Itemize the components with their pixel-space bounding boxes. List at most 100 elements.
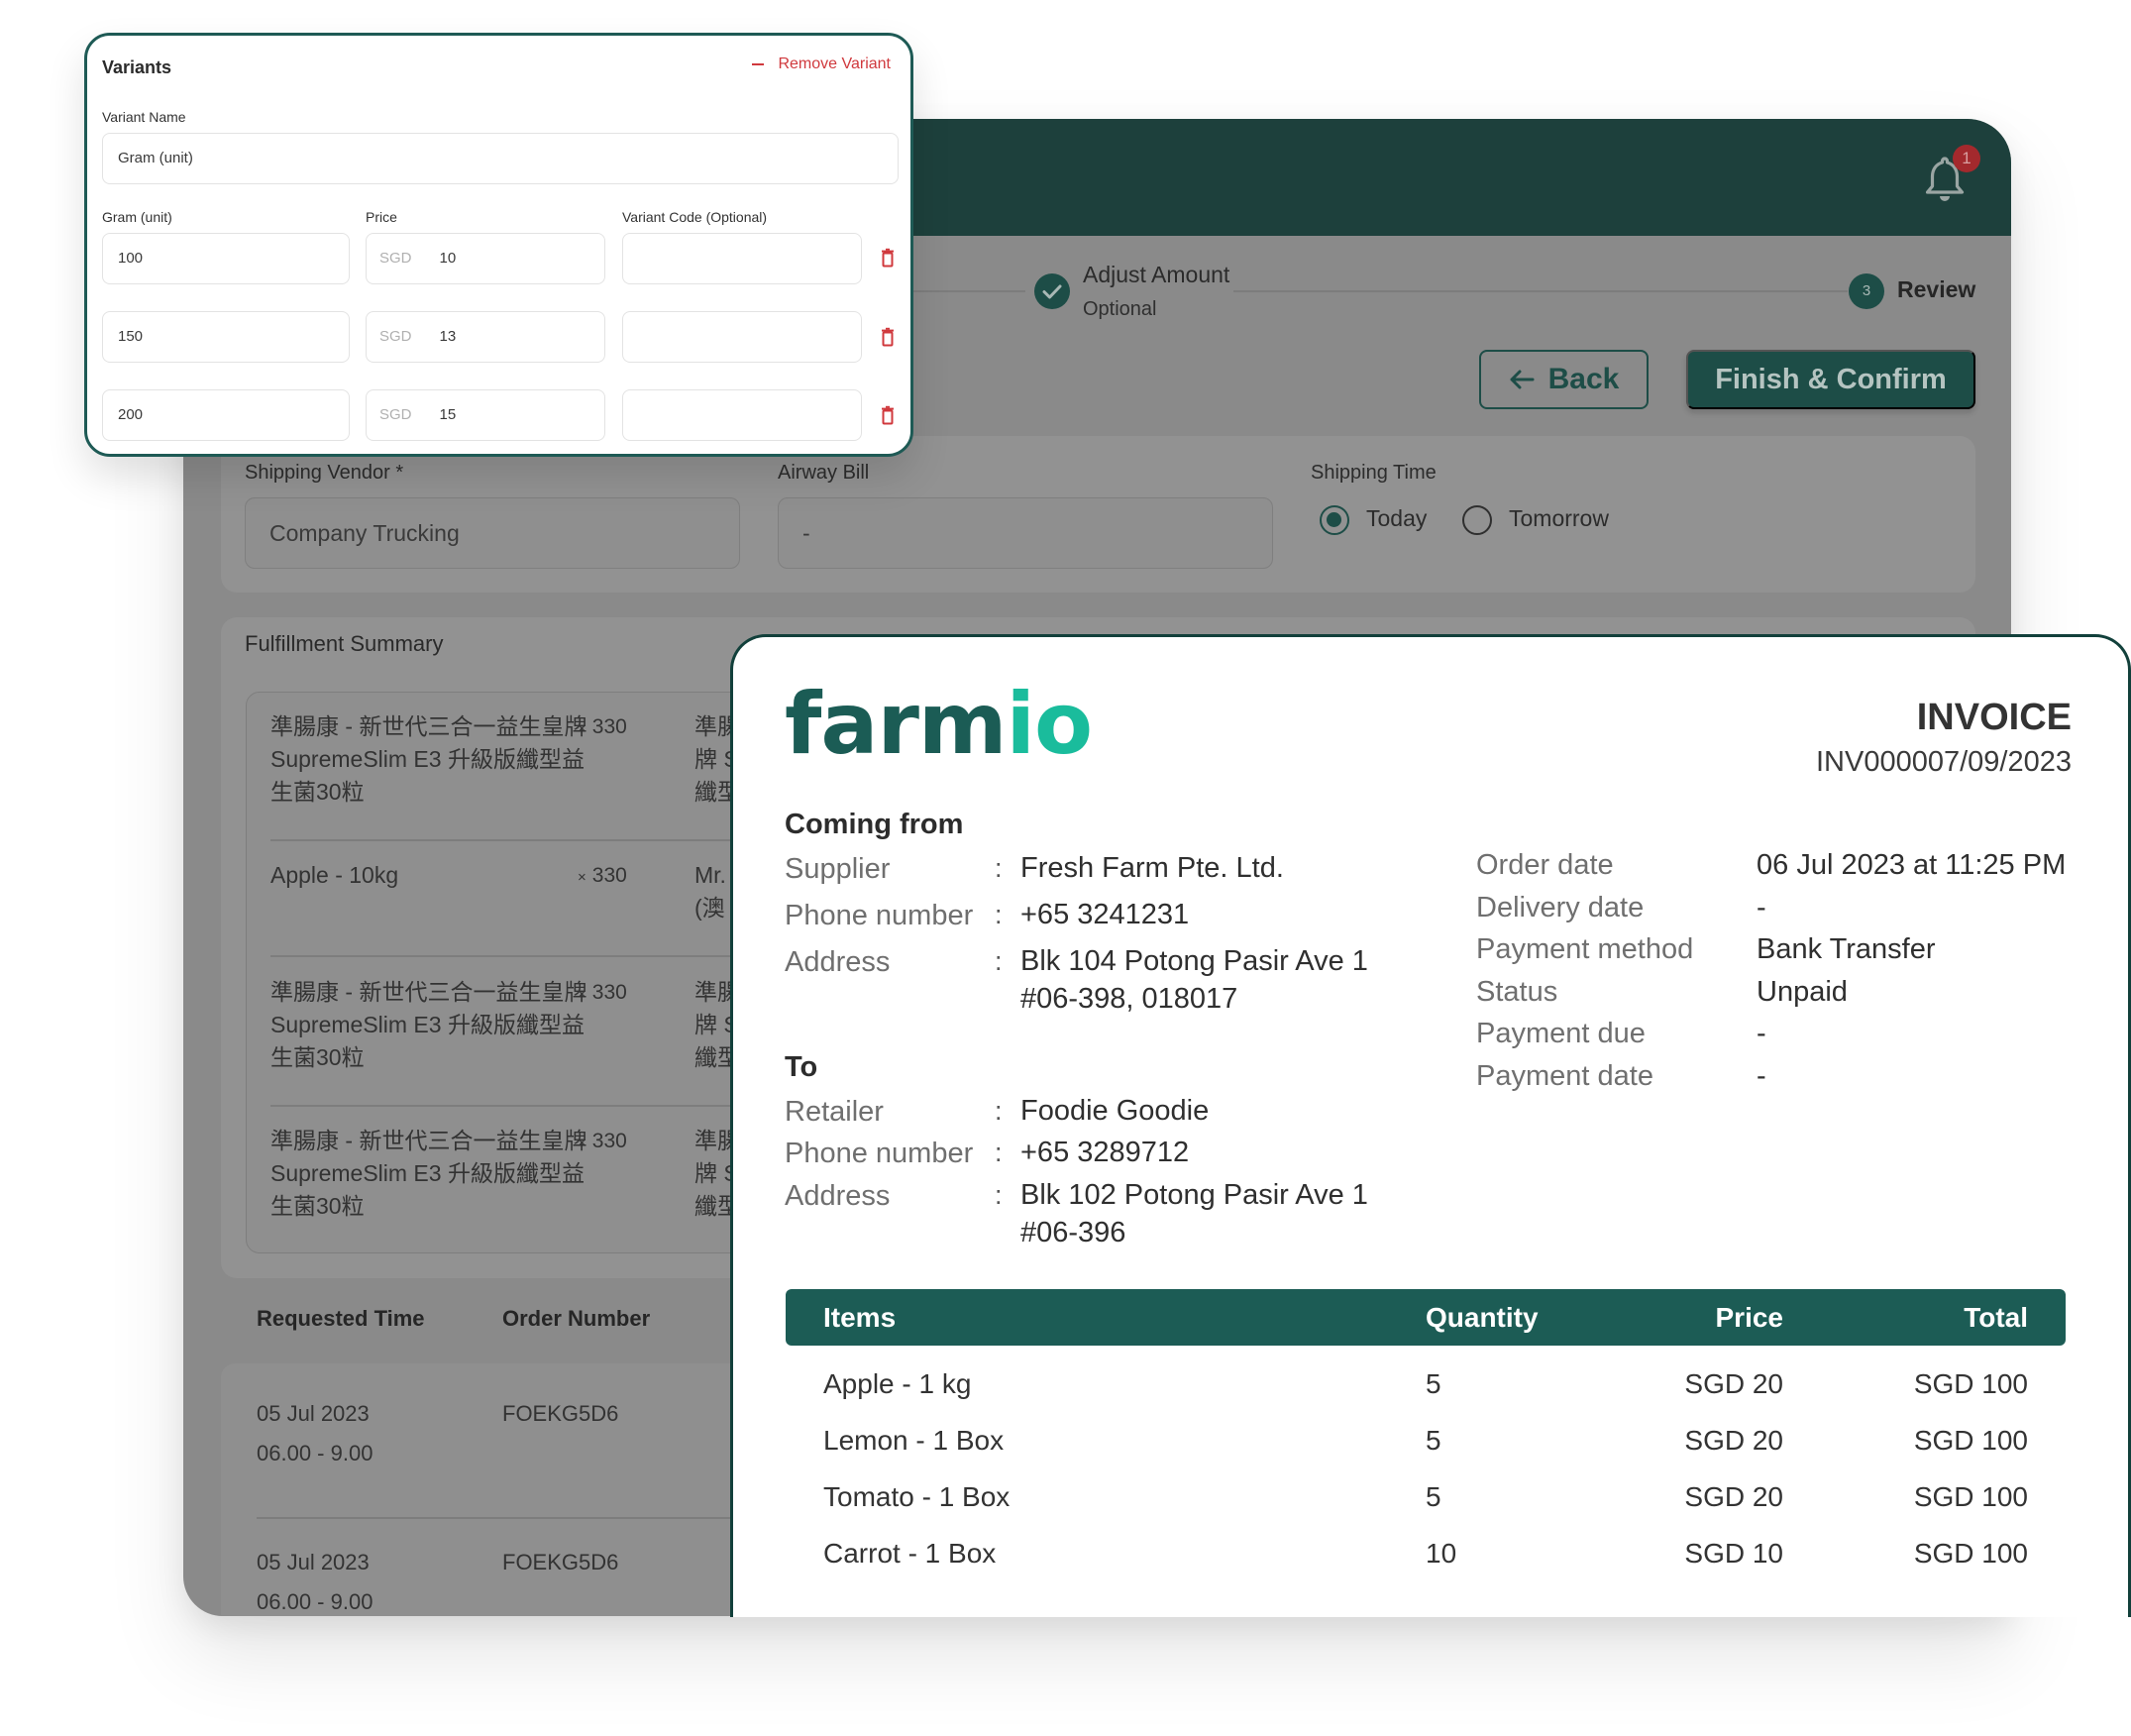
unit-column-label: Gram (unit) <box>102 209 172 225</box>
column-header-price: Price <box>1715 1301 1784 1333</box>
colon: : <box>995 1096 1003 1126</box>
supplier-phone-value: +65 3241231 <box>1020 899 1190 930</box>
item-name: Carrot - 1 Box <box>823 1537 997 1569</box>
radio-today[interactable] <box>1320 505 1349 535</box>
order-time-window: 06.00 - 9.00 <box>257 1441 373 1465</box>
fulfillment-item-qty: × 330 <box>578 864 627 887</box>
item-quantity: 5 <box>1426 1424 1441 1456</box>
order-date-value: 06 Jul 2023 at 11:25 PM <box>1757 849 2067 881</box>
invoice-title: INVOICE <box>1916 697 2072 738</box>
remove-variant-label: Remove Variant <box>778 55 891 72</box>
unit-input[interactable]: 200 <box>102 389 350 441</box>
delivery-date-label: Delivery date <box>1476 892 1645 923</box>
variant-name-input[interactable]: Gram (unit) <box>102 133 899 184</box>
variant-name-label: Variant Name <box>102 109 186 125</box>
retailer-address-line2: #06-396 <box>1020 1217 1126 1248</box>
status-value: Unpaid <box>1757 976 1848 1008</box>
supplier-label: Supplier <box>785 853 891 885</box>
item-total: SGD 100 <box>1913 1424 2028 1456</box>
phone-label: Phone number <box>785 1138 974 1169</box>
item-price: SGD 20 <box>1684 1367 1783 1399</box>
item-quantity: 5 <box>1426 1480 1441 1512</box>
payment-due-value: - <box>1757 1018 1766 1049</box>
column-header-quantity: Quantity <box>1426 1301 1539 1333</box>
variants-title: Variants <box>102 57 172 77</box>
column-header-items: Items <box>823 1301 897 1333</box>
variant-code-input[interactable] <box>622 311 862 363</box>
step-number-badge: 3 <box>1849 273 1884 309</box>
address-label: Address <box>785 946 891 978</box>
payment-method-value: Bank Transfer <box>1757 933 1936 965</box>
colon: : <box>995 853 1003 883</box>
back-button-label: Back <box>1547 363 1620 395</box>
remove-variant-button[interactable]: Remove Variant <box>752 55 891 73</box>
order-time-window: 06.00 - 9.00 <box>257 1589 373 1614</box>
unit-input[interactable]: 100 <box>102 233 350 284</box>
item-total: SGD 100 <box>1913 1367 2028 1399</box>
shipping-time-label: Shipping Time <box>1311 462 1437 484</box>
colon: : <box>995 1138 1003 1167</box>
step-subtitle: Optional <box>1083 298 1157 320</box>
phone-label: Phone number <box>785 900 974 931</box>
unit-input[interactable]: 150 <box>102 311 350 363</box>
airway-bill-input[interactable]: - <box>778 497 1273 569</box>
step-title-review: Review <box>1897 276 1976 302</box>
shipping-vendor-label: Shipping Vendor * <box>245 462 404 484</box>
airway-bill-label: Airway Bill <box>778 462 870 484</box>
invoice-card: farmio INVOICE INV000007/09/2023 Coming … <box>730 634 2131 1617</box>
radio-tomorrow-label: Tomorrow <box>1509 505 1609 531</box>
invoice-item-row: Apple - 1 kg 5 SGD 20 SGD 100 <box>786 1356 2066 1412</box>
finish-confirm-label: Finish & Confirm <box>1715 363 1947 395</box>
fulfillment-item-qty: × 330 <box>578 981 627 1004</box>
invoice-item-row: Carrot - 1 Box 10 SGD 10 SGD 100 <box>786 1525 2066 1581</box>
payment-date-label: Payment date <box>1476 1060 1653 1092</box>
variant-code-input[interactable] <box>622 389 862 441</box>
back-button[interactable]: Back <box>1479 350 1649 409</box>
supplier-value: Fresh Farm Pte. Ltd. <box>1020 852 1284 884</box>
finish-confirm-button[interactable]: Finish & Confirm <box>1686 350 1975 409</box>
fulfillment-summary-title: Fulfillment Summary <box>245 631 444 656</box>
retailer-value: Foodie Goodie <box>1020 1095 1210 1127</box>
address-label: Address <box>785 1180 891 1212</box>
retailer-label: Retailer <box>785 1096 884 1128</box>
invoice-item-row: Lemon - 1 Box 5 SGD 20 SGD 100 <box>786 1412 2066 1468</box>
radio-tomorrow[interactable] <box>1462 505 1492 535</box>
retailer-address-line1: Blk 102 Potong Pasir Ave 1 <box>1020 1179 1368 1211</box>
fulfillment-item-name: 準腸康 - 新世代三合一益生皇牌 SupremeSlim E3 升級版纖型益生菌… <box>270 1128 587 1219</box>
item-name: Tomato - 1 Box <box>823 1480 1011 1512</box>
price-input[interactable]: SGD 10 <box>366 233 605 284</box>
farmio-logo: farmio <box>785 675 1093 774</box>
invoice-item-row: Tomato - 1 Box 5 SGD 20 SGD 100 <box>786 1468 2066 1525</box>
order-number: FOEKG5D6 <box>502 1401 619 1426</box>
variant-code-column-label: Variant Code (Optional) <box>622 209 768 225</box>
colon: : <box>995 900 1003 929</box>
variant-code-input[interactable] <box>622 233 862 284</box>
to-title: To <box>785 1051 818 1083</box>
shipping-vendor-input[interactable]: Company Trucking <box>245 497 740 569</box>
price-input[interactable]: SGD 15 <box>366 389 605 441</box>
trash-icon[interactable] <box>881 327 895 347</box>
item-quantity: 10 <box>1426 1537 1457 1569</box>
notification-badge: 1 <box>1953 145 1980 172</box>
item-name: Lemon - 1 Box <box>823 1424 1005 1456</box>
payment-due-label: Payment due <box>1476 1018 1646 1049</box>
item-total: SGD 100 <box>1913 1480 2028 1512</box>
payment-method-label: Payment method <box>1476 933 1694 965</box>
colon: : <box>995 1180 1003 1210</box>
supplier-address-line1: Blk 104 Potong Pasir Ave 1 <box>1020 945 1368 977</box>
item-total: SGD 100 <box>1913 1537 2028 1569</box>
invoice-number: INV000007/09/2023 <box>1816 746 2072 778</box>
trash-icon[interactable] <box>881 248 895 268</box>
stepper-connector <box>1233 290 1848 292</box>
colon: : <box>995 946 1003 976</box>
item-quantity: 5 <box>1426 1367 1441 1399</box>
column-header-total: Total <box>1964 1301 2028 1333</box>
minus-icon <box>752 63 765 65</box>
price-input[interactable]: SGD 13 <box>366 311 605 363</box>
column-header-requested-time: Requested Time <box>257 1306 425 1331</box>
payment-date-value: - <box>1757 1060 1766 1092</box>
item-price: SGD 10 <box>1684 1537 1783 1569</box>
trash-icon[interactable] <box>881 405 895 425</box>
item-price: SGD 20 <box>1684 1480 1783 1512</box>
item-name: Apple - 1 kg <box>823 1367 972 1399</box>
